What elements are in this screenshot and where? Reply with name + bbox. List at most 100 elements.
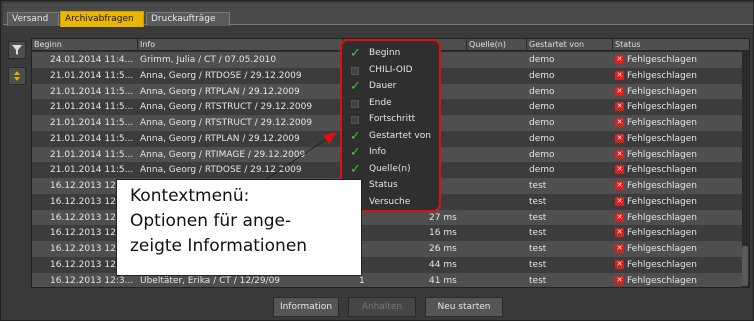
menu-item-label: Dauer	[369, 81, 397, 91]
callout-line-2: Optionen für ange-	[130, 211, 292, 231]
menu-item-label: Gestartet von	[369, 130, 431, 141]
status-text: Fehlgeschlagen	[627, 196, 697, 207]
cell-beginn: 21.01.2014 11:5...	[50, 133, 134, 144]
menu-item-quelle-n[interactable]: ✓ Quelle(n)	[342, 161, 439, 178]
menu-item-label: Versuche	[369, 196, 411, 207]
error-icon: ✕	[615, 275, 624, 285]
menu-item-beginn[interactable]: ✓ Beginn	[342, 45, 439, 62]
error-icon: ✕	[615, 55, 624, 64]
error-icon: ✕	[615, 181, 624, 190]
cell-gestartet-von: test	[529, 196, 547, 207]
cell-gestartet-von: demo	[529, 102, 555, 113]
menu-item-label: Ende	[369, 97, 392, 108]
column-header-gestartet-von[interactable]: Gestartet von	[527, 39, 613, 51]
cell-dauer: 26 ms	[429, 244, 457, 254]
cell-info: Grimm, Julia / CT / 07.05.2010	[140, 55, 277, 65]
menu-item-label: Quelle(n)	[369, 163, 411, 174]
menu-item-label: Fortschritt	[369, 114, 416, 124]
status-text: Fehlgeschlagen	[627, 212, 697, 223]
scrollbar-thumb[interactable]	[742, 246, 748, 286]
menu-item-gestartet-von[interactable]: ✓ Gestartet von	[342, 128, 439, 145]
cell-info: Anna, Georg / RTPLAN / 29.12.2009	[140, 133, 300, 144]
status-text: Fehlgeschlagen	[627, 181, 697, 191]
cell-gestartet-von: demo	[529, 118, 555, 128]
status-text: Fehlgeschlagen	[627, 228, 697, 239]
status-text: Fehlgeschlagen	[627, 133, 697, 144]
cell-gestartet-von: test	[529, 259, 547, 270]
cell-gestartet-von: test	[529, 275, 547, 286]
error-icon: ✕	[615, 165, 624, 175]
cell-beginn: 21.01.2014 11:5...	[50, 102, 134, 113]
cell-info: Anna, Georg / RTDOSE / 29.12.2009	[140, 165, 302, 176]
unchecked-box-icon	[351, 116, 359, 124]
cell-dauer: 16 ms	[429, 228, 457, 239]
checkmark-icon: ✓	[350, 128, 361, 144]
cell-status: ✕ Fehlgeschlagen	[613, 115, 743, 131]
cell-beginn: 21.01.2014 11:5...	[50, 70, 134, 81]
menu-item-label: Status	[369, 180, 398, 190]
tab-archivabfragen[interactable]: Archivabfragen	[60, 11, 144, 27]
cell-gestartet-von: demo	[529, 165, 555, 176]
menu-item-fortschritt[interactable]: Fortschritt	[342, 111, 439, 128]
tab-versand[interactable]: Versand	[7, 12, 59, 26]
callout-line-1: Kontextmenü:	[130, 186, 250, 206]
cell-info: Anna, Georg / RTSTRUCT / 29.12.2009	[140, 118, 313, 128]
menu-item-ende[interactable]: Ende	[342, 95, 439, 112]
anhalten-button[interactable]: Anhalten	[348, 297, 416, 317]
tab-bar: Versand Archivabfragen Druckaufträge	[3, 3, 753, 27]
cell-beginn: 21.01.2014 11:5...	[50, 86, 134, 97]
status-text: Fehlgeschlagen	[627, 118, 697, 128]
cell-status: ✕ Fehlgeschlagen	[613, 68, 743, 84]
neu-starten-button[interactable]: Neu starten	[425, 297, 503, 317]
cell-beginn: 21.01.2014 11:5...	[50, 118, 134, 128]
cell-beginn: 21.01.2014 11:5...	[50, 165, 134, 176]
cell-beginn: 24.01.2014 11:4...	[50, 55, 134, 65]
unchecked-box-icon	[351, 66, 359, 75]
cell-gestartet-von: demo	[529, 55, 555, 65]
cell-status: ✕ Fehlgeschlagen	[613, 225, 743, 241]
error-icon: ✕	[615, 196, 624, 206]
status-text: Fehlgeschlagen	[627, 259, 697, 270]
column-header-beginn[interactable]: Beginn	[32, 39, 138, 51]
cell-status: ✕ Fehlgeschlagen	[613, 178, 743, 194]
error-icon: ✕	[615, 102, 624, 112]
column-header-quelle[interactable]: Quelle(n)	[467, 39, 527, 51]
filter-icon[interactable]	[8, 41, 26, 59]
cell-beginn: 21.01.2014 11:5...	[50, 149, 134, 160]
cell-info: Anna, Georg / RTIMAGE / 29.12.2009	[140, 149, 306, 160]
column-header-status[interactable]: Status	[613, 39, 749, 51]
cell-gestartet-von: test	[529, 228, 547, 239]
cell-gestartet-von: demo	[529, 70, 555, 81]
cell-gestartet-von: demo	[529, 86, 555, 97]
menu-item-chili-oid[interactable]: CHILI-OID	[342, 62, 439, 79]
unchecked-box-icon	[351, 99, 359, 108]
status-text: Fehlgeschlagen	[627, 86, 697, 97]
cell-gestartet-von: test	[529, 244, 547, 254]
sort-icon[interactable]	[8, 67, 26, 85]
status-text: Fehlgeschlagen	[627, 165, 697, 176]
cell-status: ✕ Fehlgeschlagen	[613, 257, 743, 273]
status-text: Fehlgeschlagen	[627, 275, 697, 286]
checkmark-icon: ✓	[350, 161, 361, 177]
cell-status: ✕ Fehlgeschlagen	[613, 194, 743, 210]
menu-item-label: Info	[369, 147, 387, 157]
cell-status: ✕ Fehlgeschlagen	[613, 84, 743, 100]
cell-info: Anna, Georg / RTDOSE / 29.12.2009	[140, 70, 302, 81]
information-button[interactable]: Information	[273, 297, 339, 317]
error-icon: ✕	[615, 212, 624, 222]
column-header-info[interactable]: Info	[138, 39, 344, 51]
menu-item-dauer[interactable]: ✓ Dauer	[342, 78, 439, 95]
vertical-scrollbar[interactable]	[742, 51, 748, 287]
status-text: Fehlgeschlagen	[627, 149, 697, 160]
status-text: Fehlgeschlagen	[627, 244, 697, 254]
menu-item-info[interactable]: ✓ Info	[342, 144, 439, 161]
cell-status: ✕ Fehlgeschlagen	[613, 131, 743, 147]
error-icon: ✕	[615, 133, 624, 143]
menu-item-label: CHILI-OID	[369, 64, 413, 75]
error-icon: ✕	[615, 70, 624, 80]
checkmark-icon: ✓	[350, 145, 361, 160]
tab-druckauftraege[interactable]: Druckaufträge	[146, 12, 230, 26]
checkmark-icon: ✓	[350, 79, 361, 94]
cell-status: ✕ Fehlgeschlagen	[613, 147, 743, 163]
error-icon: ✕	[615, 259, 624, 269]
